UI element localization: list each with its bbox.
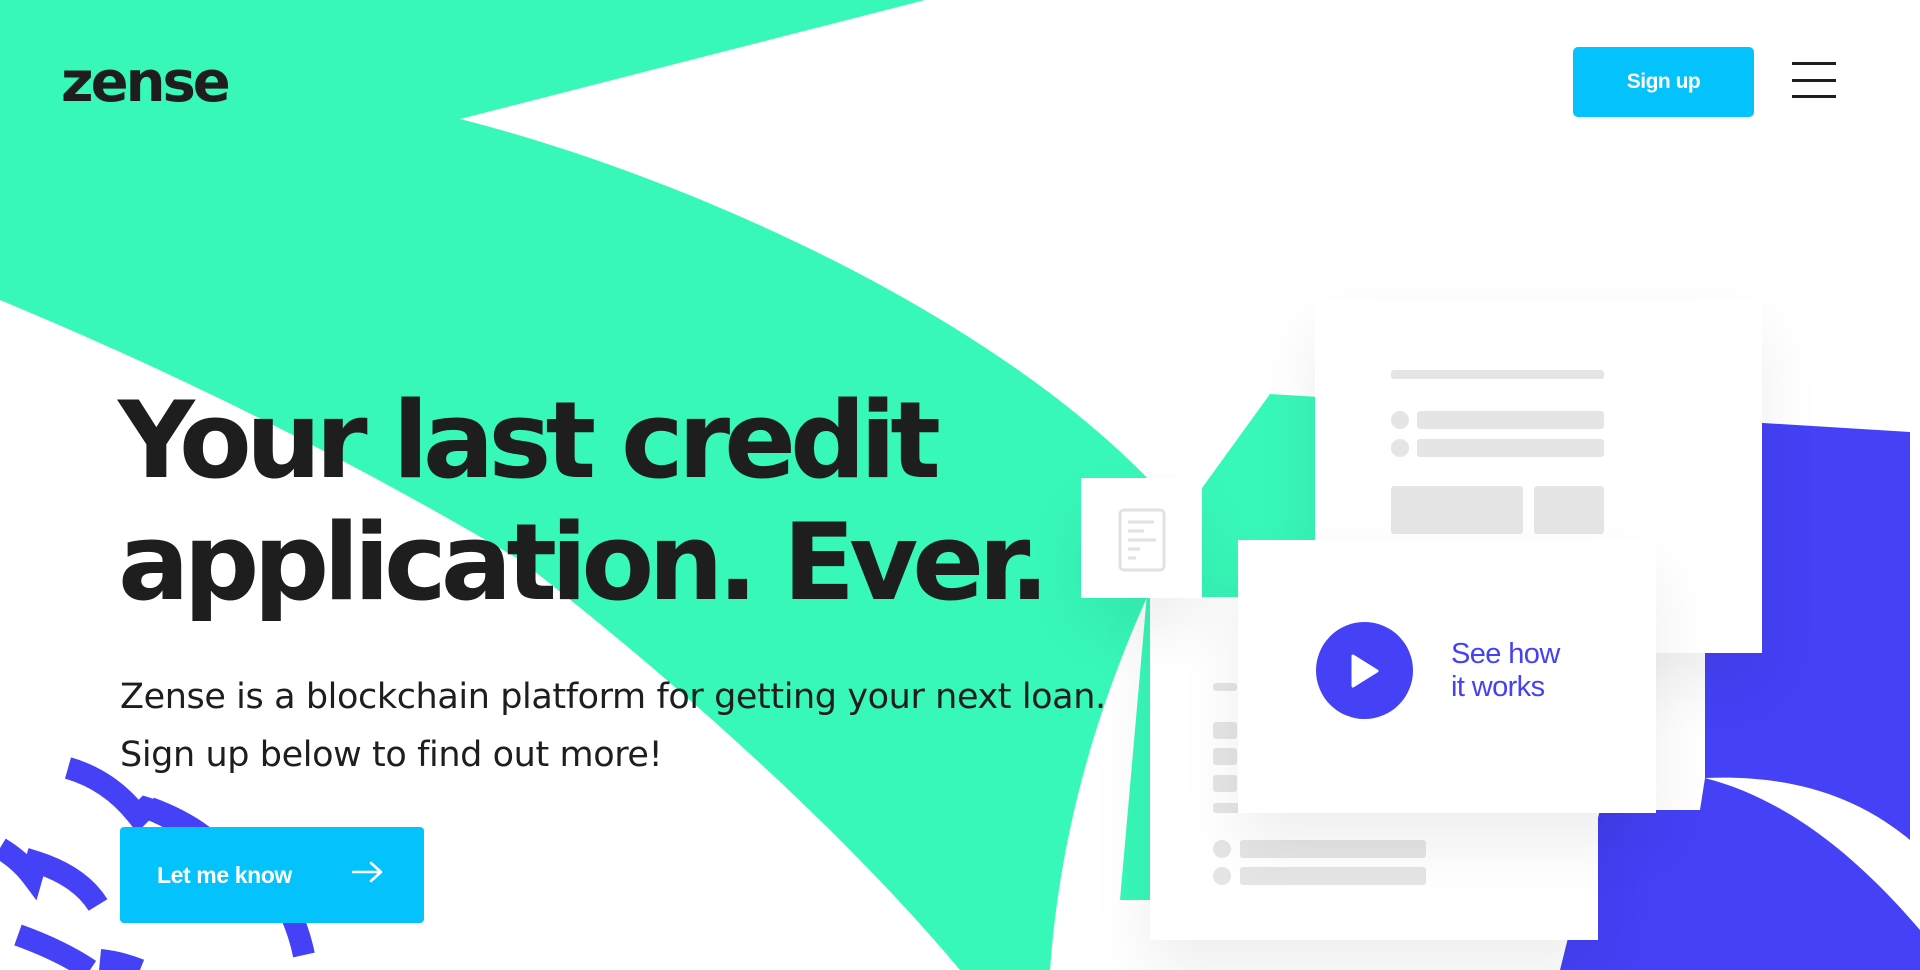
placeholder-line [1213, 748, 1237, 765]
video-label-line1: See how [1451, 637, 1560, 670]
hero-title-line2: application. Ever. [118, 501, 1050, 624]
placeholder-line [1391, 370, 1604, 379]
placeholder-dot [1391, 411, 1409, 429]
play-button[interactable] [1316, 622, 1413, 719]
document-card [1081, 478, 1202, 598]
signup-button[interactable]: Sign up [1573, 47, 1754, 117]
menu-line [1792, 95, 1836, 98]
menu-line [1792, 62, 1836, 65]
placeholder-line [1417, 411, 1604, 429]
video-link-text[interactable]: See how it works [1451, 638, 1591, 704]
placeholder-line [1240, 840, 1426, 858]
placeholder-line [1213, 775, 1237, 792]
placeholder-dot [1391, 439, 1409, 457]
hero-title: Your last credit application. Ever. [118, 380, 1078, 624]
cta-label: Let me know [157, 861, 292, 888]
arrow-right-icon [352, 861, 383, 883]
hero-title-line1: Your last credit [118, 379, 941, 502]
document-icon [1118, 508, 1166, 572]
menu-line [1792, 78, 1836, 82]
placeholder-line [1240, 867, 1426, 885]
let-me-know-button[interactable]: Let me know [120, 827, 424, 923]
placeholder-line [1213, 683, 1237, 691]
hero-subtitle-line1: Zense is a blockchain platform for getti… [120, 677, 1106, 717]
placeholder-line [1213, 722, 1237, 739]
brand-logo[interactable]: zense [61, 50, 231, 115]
placeholder-block [1534, 486, 1604, 534]
placeholder-block [1391, 486, 1523, 534]
placeholder-dot [1213, 867, 1231, 885]
see-how-it-works-link[interactable]: See how it works [1316, 622, 1591, 719]
video-label-line2: it works [1451, 670, 1545, 703]
hero-subtitle-line2: Sign up below to find out more! [120, 735, 663, 775]
placeholder-line [1417, 439, 1604, 457]
hero-subtitle: Zense is a blockchain platform for getti… [120, 668, 1120, 784]
play-icon [1351, 654, 1378, 687]
hamburger-menu-icon[interactable] [1792, 60, 1836, 100]
placeholder-dot [1213, 840, 1231, 858]
